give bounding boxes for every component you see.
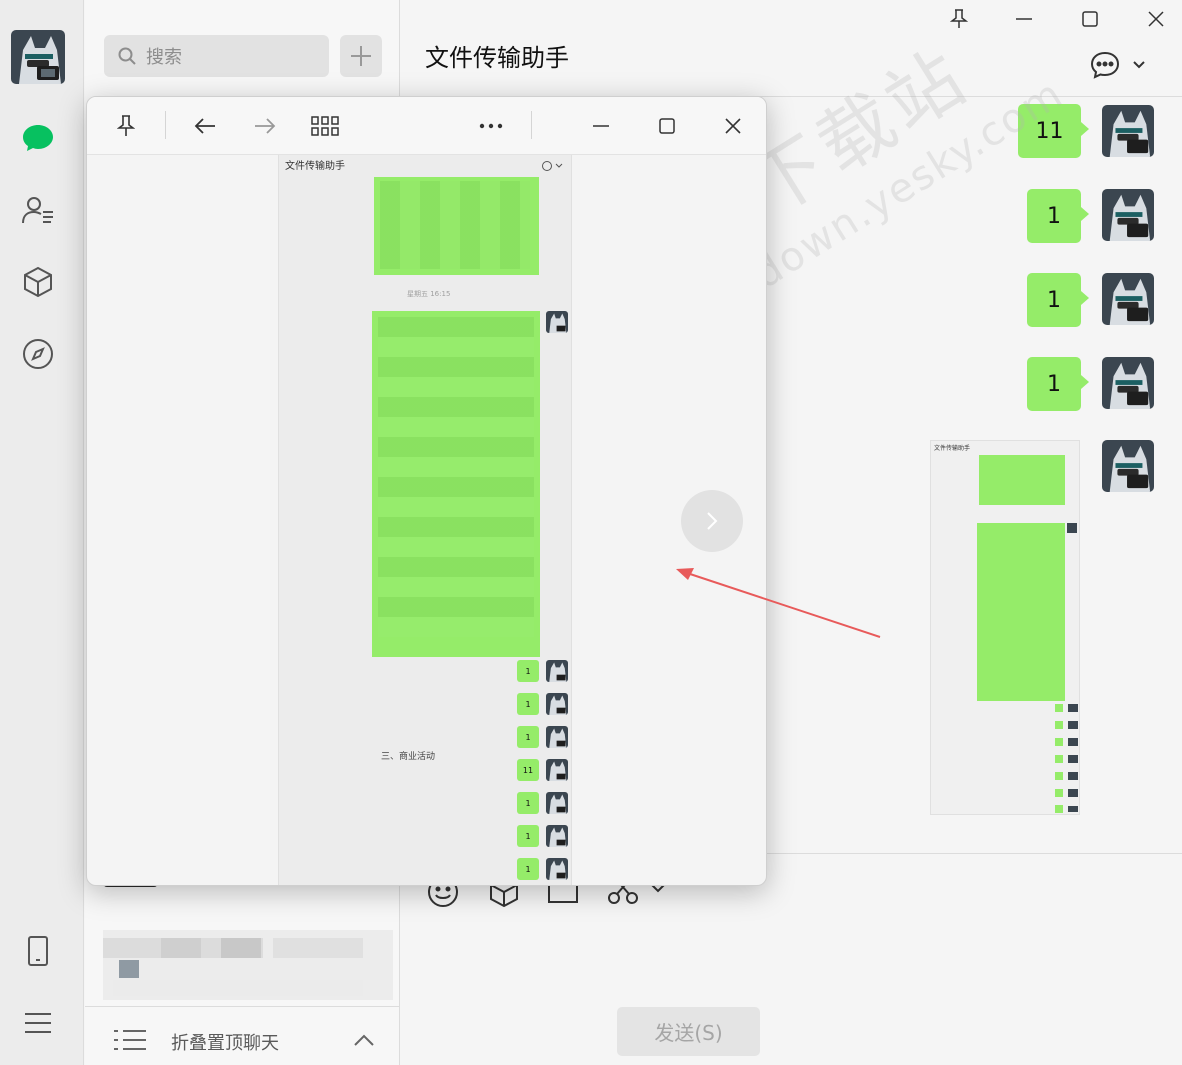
avatar[interactable] — [1102, 440, 1154, 492]
avatar — [546, 726, 568, 748]
pin-button[interactable] — [944, 4, 974, 34]
add-button[interactable] — [340, 35, 382, 77]
avatar[interactable] — [1102, 273, 1154, 325]
chevron-up-icon — [354, 1034, 374, 1046]
message-bubble: 1 — [517, 726, 539, 748]
chat-icon[interactable] — [20, 120, 56, 156]
minimize-icon — [1016, 18, 1032, 20]
viewed-image[interactable]: 文件传输助手 星期五 16:15 三、商业活动 1 1 1 11 1 1 1 — [278, 155, 572, 885]
next-image-button[interactable] — [681, 490, 743, 552]
viewer-toolbar — [87, 97, 766, 155]
search-placeholder: 搜索 — [146, 47, 182, 68]
maximize-icon — [659, 118, 675, 134]
avatar — [546, 825, 568, 847]
close-button[interactable] — [1141, 4, 1171, 34]
box-icon[interactable] — [20, 264, 56, 300]
avatar — [546, 693, 568, 715]
message-bubble: 11 — [517, 759, 539, 781]
image-viewer-window[interactable]: 文件传输助手 星期五 16:15 三、商业活动 1 1 1 11 1 1 1 — [86, 96, 767, 886]
avatar[interactable] — [1102, 357, 1154, 409]
message-bubble: 1 — [517, 660, 539, 682]
arrow-left-icon — [194, 118, 215, 134]
minimize-icon — [593, 125, 609, 127]
maximize-button[interactable] — [1075, 4, 1105, 34]
back-button[interactable] — [188, 109, 222, 143]
search-input[interactable]: 搜索 — [104, 35, 329, 77]
image-chat-title: 文件传输助手 — [285, 161, 345, 172]
chevron-down-icon — [1133, 61, 1145, 69]
maximize-icon — [1082, 11, 1098, 27]
image-section-text: 三、商业活动 — [381, 752, 436, 762]
avatar[interactable] — [1102, 189, 1154, 241]
pin-button[interactable] — [109, 109, 143, 143]
plus-icon — [351, 46, 371, 66]
chat-bubble-icon — [542, 161, 563, 171]
chat-header: 文件传输助手 — [401, 0, 1182, 97]
more-icon — [479, 123, 503, 129]
avatar — [546, 660, 568, 682]
user-avatar[interactable] — [11, 30, 65, 84]
avatar[interactable] — [1102, 105, 1154, 157]
close-button[interactable] — [716, 109, 750, 143]
pin-icon — [117, 115, 135, 136]
annotation-arrow — [676, 568, 881, 638]
message-bubble[interactable]: 1 — [1027, 273, 1089, 327]
message-bubble[interactable]: 1 — [1027, 189, 1089, 243]
list-icon — [114, 1030, 146, 1050]
minimize-button[interactable] — [584, 109, 618, 143]
message-bubble: 1 — [517, 858, 539, 880]
avatar — [546, 792, 568, 814]
chat-title: 文件传输助手 — [425, 44, 569, 72]
forward-button[interactable] — [248, 109, 282, 143]
menu-icon[interactable] — [20, 1005, 56, 1041]
avatar — [546, 311, 568, 333]
pin-icon — [950, 9, 968, 28]
grid-view-button[interactable] — [308, 109, 342, 143]
contacts-icon[interactable] — [20, 192, 56, 228]
timestamp: 星期五 16:15 — [407, 290, 451, 298]
image-message-thumbnail[interactable]: 文件传输助手 — [930, 440, 1080, 815]
message-bubble: 1 — [517, 825, 539, 847]
list-item-blurred[interactable] — [103, 930, 393, 1000]
discover-icon[interactable] — [20, 336, 56, 372]
close-icon — [725, 118, 741, 134]
avatar — [546, 759, 568, 781]
grid-icon — [311, 116, 339, 136]
message-bubble: 1 — [517, 693, 539, 715]
pinned-chats-label: 折叠置顶聊天 — [171, 1033, 279, 1054]
more-button[interactable] — [474, 109, 508, 143]
maximize-button[interactable] — [650, 109, 684, 143]
close-icon — [1148, 11, 1164, 27]
phone-icon[interactable] — [20, 933, 56, 969]
message-bubble: 1 — [517, 792, 539, 814]
send-button[interactable]: 发送(S) — [617, 1007, 760, 1056]
pinned-chats-toggle[interactable]: 折叠置顶聊天 — [85, 1006, 400, 1065]
message-bubble[interactable]: 11 — [1018, 104, 1089, 158]
chat-more-button[interactable] — [1085, 50, 1149, 80]
blurred-message-block — [374, 177, 539, 275]
minimize-button[interactable] — [1009, 4, 1039, 34]
nav-rail — [0, 0, 84, 1065]
search-icon — [118, 47, 136, 65]
arrow-right-icon — [255, 118, 276, 134]
chevron-right-icon — [707, 512, 718, 530]
chat-bubble-icon — [1090, 51, 1120, 79]
blurred-message-block — [372, 311, 540, 657]
avatar — [546, 858, 568, 880]
message-bubble[interactable]: 1 — [1027, 357, 1089, 411]
